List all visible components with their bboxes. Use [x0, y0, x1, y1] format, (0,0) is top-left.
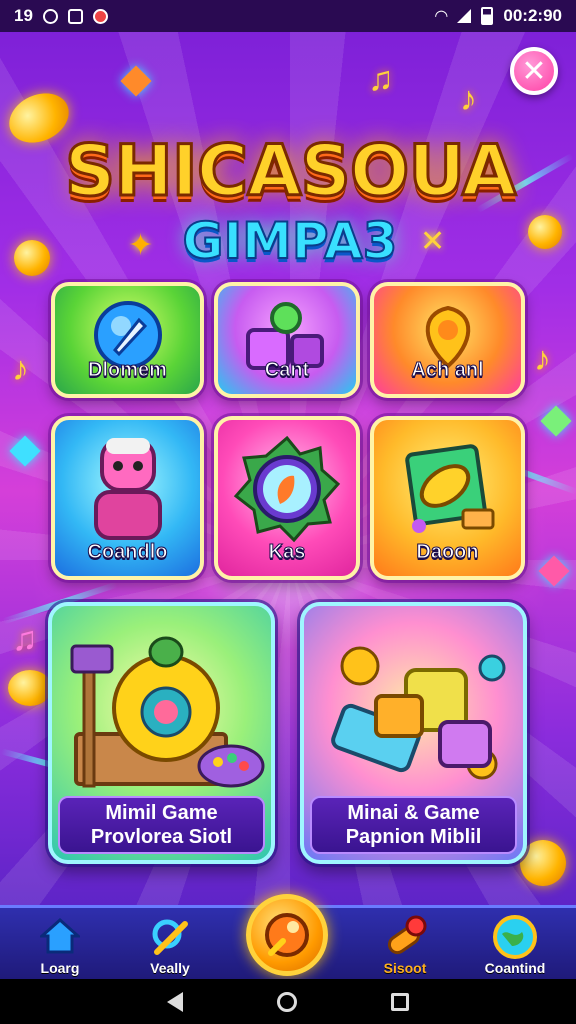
tile-label: Daoon — [416, 541, 479, 564]
puzzle-toy-icon — [70, 636, 265, 788]
game-screen: 19 ◠ 00:2:90 ♫ ♪ ♪ ♪ ♫ ✕ SHICASOUA ✦ GIM… — [0, 0, 576, 1024]
menu-tile-6[interactable]: Daoon — [370, 416, 525, 580]
tile-label: Kas — [268, 541, 306, 564]
card-banner: Mimil Game Provlorea Siotl — [58, 796, 265, 854]
tile-label: Ach anl — [411, 359, 484, 382]
nav-item-globe[interactable]: Coantind — [470, 908, 560, 982]
nav-label: Loarg — [40, 960, 80, 976]
nav-label: Veally — [150, 960, 190, 976]
game-title: SHICASOUA — [63, 129, 517, 214]
gem-icon — [538, 555, 570, 587]
nav-item-play[interactable] — [246, 894, 328, 976]
coin-icon — [528, 215, 562, 249]
nav-label: Coantind — [484, 960, 546, 976]
app-icon — [92, 8, 108, 24]
home-icon — [40, 917, 80, 954]
menu-tile-1[interactable]: Dlomem — [51, 282, 204, 398]
menu-tile-3[interactable]: Ach anl — [370, 282, 525, 398]
status-time: 00:2:90 — [503, 6, 562, 25]
coin-icon — [8, 670, 52, 706]
status-bar: 19 ◠ 00:2:90 — [0, 0, 576, 32]
close-button[interactable]: ✕ — [510, 47, 558, 95]
music-note-icon: ♫ — [368, 60, 394, 98]
music-note-icon: ♪ — [534, 340, 551, 378]
nav-item-tools[interactable]: Veally — [130, 908, 210, 982]
menu-tile-2[interactable]: Cant — [214, 282, 360, 398]
card-title: Minai & Game — [347, 802, 480, 824]
card-title: Mimil Game — [105, 802, 218, 824]
tile-label: Cant — [264, 359, 310, 382]
tile-label: Coandlo — [87, 541, 168, 564]
gem-icon — [120, 65, 152, 97]
globe-icon — [493, 915, 537, 959]
menu-tile-4[interactable]: Coandlo — [51, 416, 204, 580]
feature-card-1[interactable]: Mimil Game Provlorea Siotl — [48, 602, 275, 864]
sparkle-icon: ✕ — [420, 225, 446, 258]
bottom-nav: Loarg Veally Sisoot Coantind — [0, 894, 576, 982]
card-subtitle: Papnion Miblil — [345, 826, 482, 848]
music-note-icon: ♫ — [12, 620, 38, 658]
nav-label: Sisoot — [383, 960, 427, 976]
system-nav-bar — [0, 979, 576, 1024]
game-subtitle: GIMPA3 — [182, 211, 399, 271]
wifi-icon: ◠ — [435, 8, 448, 25]
home-button-icon[interactable] — [277, 991, 297, 1012]
gear-gem-icon — [233, 435, 341, 543]
feature-card-2[interactable]: Minai & Game Papnion Miblil — [300, 602, 527, 864]
gem-icon — [540, 405, 572, 437]
character-icon — [93, 438, 162, 540]
close-icon: ✕ — [521, 54, 547, 88]
rocket-cannon-icon — [387, 915, 427, 955]
recents-icon[interactable] — [391, 992, 409, 1011]
music-note-icon: ♪ — [12, 350, 29, 388]
coin-icon — [14, 240, 50, 276]
battery-icon — [481, 7, 494, 25]
alarm-icon — [42, 8, 58, 24]
card-subtitle: Provlorea Siotl — [90, 826, 233, 848]
tile-label: Dlomem — [88, 359, 168, 382]
status-left-text: 19 — [14, 6, 33, 25]
notification-icon — [67, 8, 83, 24]
play-center-icon — [265, 913, 309, 957]
building-blocks-icon — [331, 646, 506, 780]
paint-icon — [404, 444, 494, 533]
back-icon[interactable] — [167, 991, 183, 1012]
menu-tile-5[interactable]: Kas — [214, 416, 360, 580]
nav-item-home[interactable]: Loarg — [20, 908, 100, 982]
music-note-icon: ♪ — [460, 80, 477, 118]
nav-item-launch[interactable]: Sisoot — [360, 908, 450, 982]
coin-icon — [520, 840, 566, 886]
signal-icon — [457, 9, 472, 23]
tools-icon — [152, 919, 188, 955]
gem-icon — [9, 435, 41, 467]
card-banner: Minai & Game Papnion Miblil — [310, 796, 517, 854]
